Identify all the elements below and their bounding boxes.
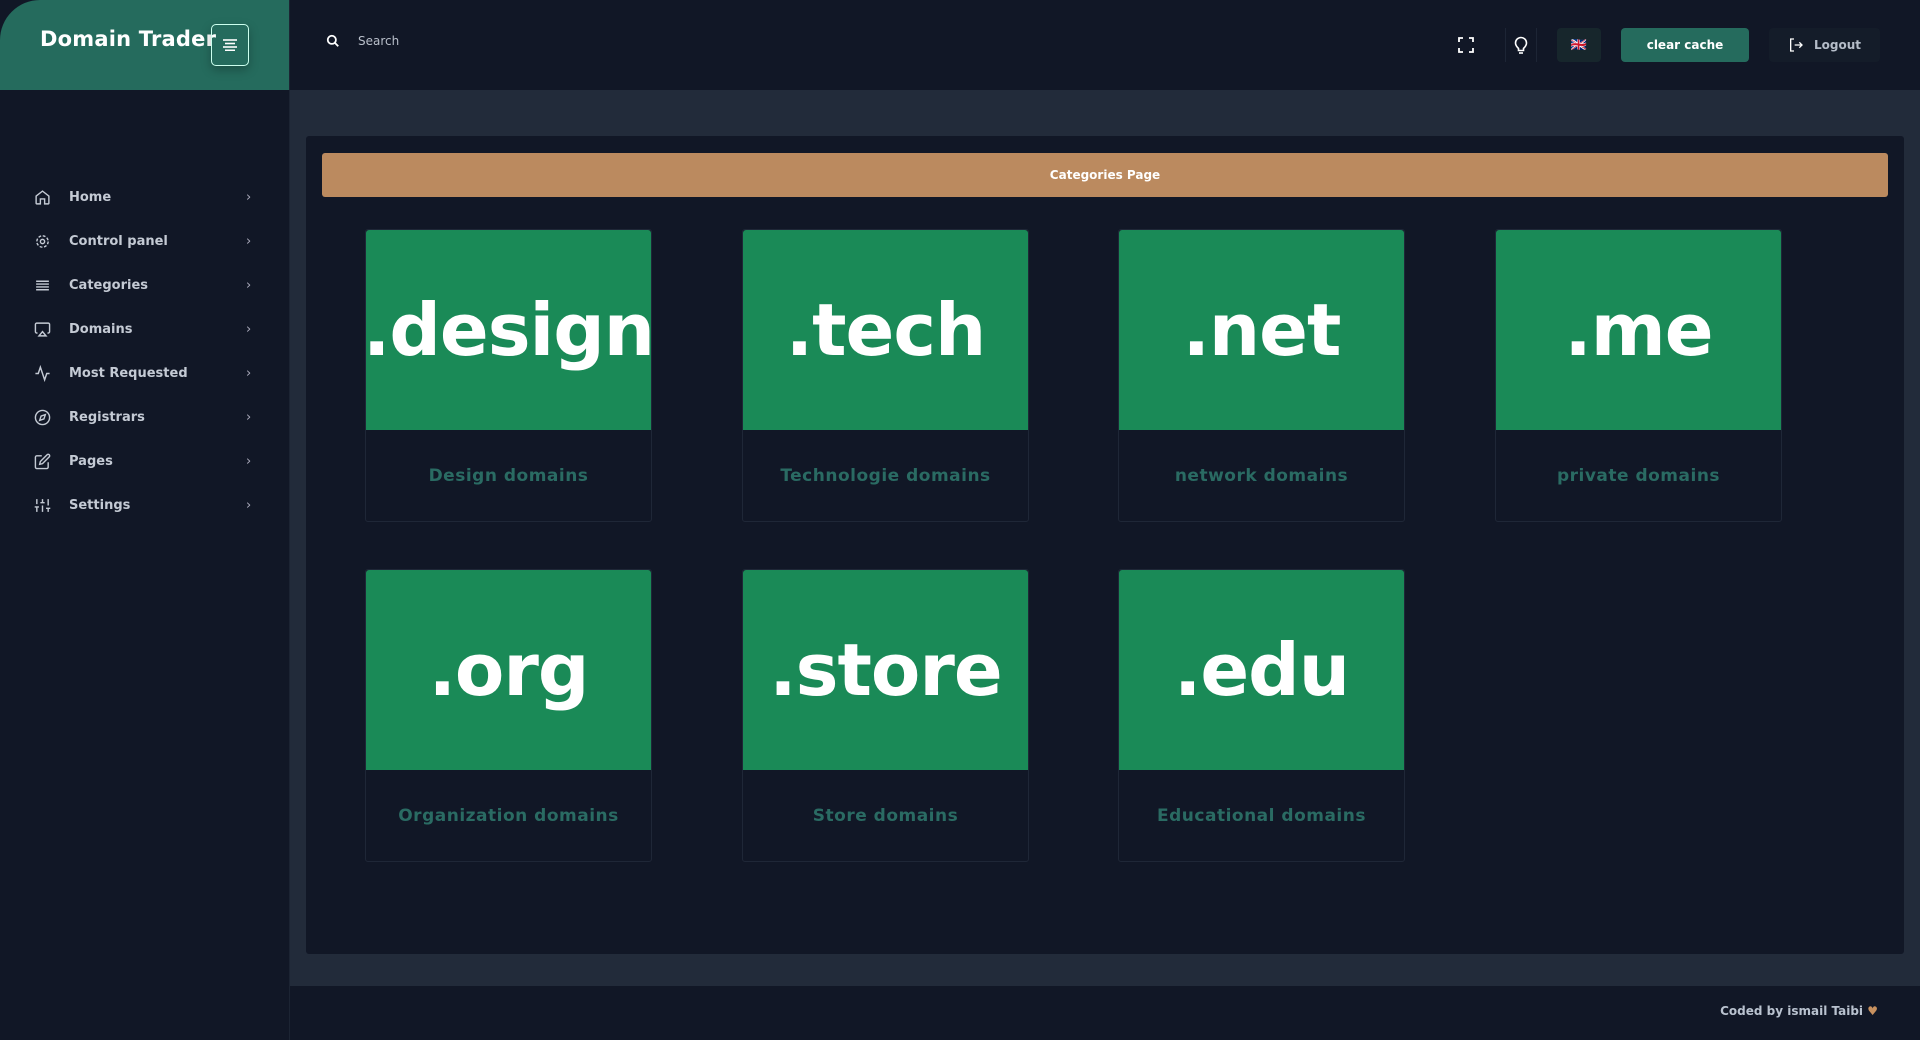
clear-cache-button[interactable]: clear cache	[1621, 28, 1749, 62]
brand: Domain Trader	[0, 0, 289, 90]
category-card[interactable]: .org Organization domains	[365, 569, 652, 862]
page-title: Categories Page	[322, 153, 1888, 197]
category-label: Design domains	[428, 466, 589, 486]
menu-toggle-button[interactable]	[211, 24, 249, 66]
chevron-right-icon: ›	[246, 277, 252, 293]
fullscreen-button[interactable]	[1450, 28, 1482, 62]
category-tld: .tech	[743, 230, 1028, 430]
chevron-right-icon: ›	[246, 321, 252, 337]
sliders-icon	[34, 498, 51, 512]
language-button[interactable]: 🇬🇧	[1557, 28, 1601, 62]
sidebar-item-label: Pages	[69, 453, 113, 469]
theme-toggle-button[interactable]	[1505, 28, 1537, 62]
categories-panel: Categories Page .design Design domains .te…	[306, 136, 1904, 954]
category-label: Technologie domains	[780, 466, 991, 486]
gear-icon	[36, 234, 49, 248]
sidebar-item-settings[interactable]: Settings ›	[0, 483, 290, 527]
search-icon	[326, 34, 339, 47]
list-icon	[36, 280, 49, 290]
category-card[interactable]: .design Design domains	[363, 229, 655, 522]
chevron-right-icon: ›	[246, 189, 252, 205]
category-tld: .edu	[1119, 570, 1404, 770]
category-tld: .design	[363, 230, 655, 430]
main-content: Categories Page .design Design domains .te…	[290, 90, 1920, 986]
monitor-icon	[34, 321, 51, 337]
category-card[interactable]: .edu Educational domains	[1118, 569, 1405, 862]
search-input[interactable]: Search	[326, 34, 399, 48]
category-card[interactable]: .me private domains	[1495, 229, 1782, 522]
top-header: Search 🇬🇧 clear cache Logout	[290, 0, 1920, 90]
footer: Coded by ismail Taibi ♥	[290, 986, 1920, 1040]
sidebar-nav: Home › Control panel › Categories › Domains…	[0, 175, 290, 527]
sidebar-item-categories[interactable]: Categories ›	[0, 263, 290, 307]
category-label: private domains	[1556, 466, 1721, 486]
category-tld: .store	[743, 570, 1028, 770]
chevron-right-icon: ›	[246, 365, 252, 381]
sidebar-item-home[interactable]: Home ›	[0, 175, 290, 219]
sidebar-item-label: Control panel	[69, 233, 168, 249]
heart-icon: ♥	[1867, 1004, 1878, 1018]
category-tld: .me	[1496, 230, 1781, 430]
logout-icon	[1789, 38, 1803, 52]
category-label: Educational domains	[1157, 806, 1366, 826]
compass-icon	[34, 409, 51, 425]
category-card[interactable]: .store Store domains	[742, 569, 1029, 862]
chevron-right-icon: ›	[246, 497, 252, 513]
category-card[interactable]: .tech Technologie domains	[742, 229, 1029, 522]
sidebar-item-label: Domains	[69, 321, 133, 337]
footer-text: Coded by ismail Taibi	[1720, 1004, 1864, 1018]
chevron-right-icon: ›	[246, 409, 252, 425]
category-tld: .net	[1119, 230, 1404, 430]
chevron-right-icon: ›	[246, 233, 252, 249]
sidebar-item-control-panel[interactable]: Control panel ›	[0, 219, 290, 263]
app-title: Domain Trader	[40, 27, 217, 51]
category-label: Organization domains	[398, 806, 619, 826]
category-label: Store domains	[812, 806, 959, 826]
edit-icon	[34, 453, 51, 469]
fullscreen-icon	[1458, 37, 1474, 53]
logout-label: Logout	[1813, 38, 1861, 52]
sidebar: Domain Trader Home › Control panel › Categ…	[0, 0, 290, 1040]
sidebar-item-label: Categories	[69, 277, 149, 293]
sidebar-item-domains[interactable]: Domains ›	[0, 307, 290, 351]
activity-icon	[35, 364, 50, 382]
sidebar-item-label: Most Requested	[69, 365, 188, 381]
footer-credit: Coded by ismail Taibi ♥	[1720, 1004, 1878, 1018]
sidebar-item-label: Home	[69, 189, 112, 205]
uk-flag-icon: 🇬🇧	[1570, 37, 1588, 53]
category-card[interactable]: .net network domains	[1118, 229, 1405, 522]
sidebar-item-label: Settings	[69, 497, 131, 513]
category-label: network domains	[1174, 466, 1349, 486]
sidebar-item-most-requested[interactable]: Most Requested ›	[0, 351, 290, 395]
sidebar-item-pages[interactable]: Pages ›	[0, 439, 290, 483]
logout-button[interactable]: Logout	[1769, 28, 1880, 62]
category-tld: .org	[366, 570, 651, 770]
menu-icon	[223, 39, 237, 51]
sidebar-item-registrars[interactable]: Registrars ›	[0, 395, 290, 439]
search-placeholder: Search	[358, 34, 400, 48]
chevron-right-icon: ›	[246, 453, 252, 469]
sidebar-item-label: Registrars	[69, 409, 145, 425]
lightbulb-icon	[1514, 36, 1528, 54]
home-icon	[35, 189, 50, 205]
